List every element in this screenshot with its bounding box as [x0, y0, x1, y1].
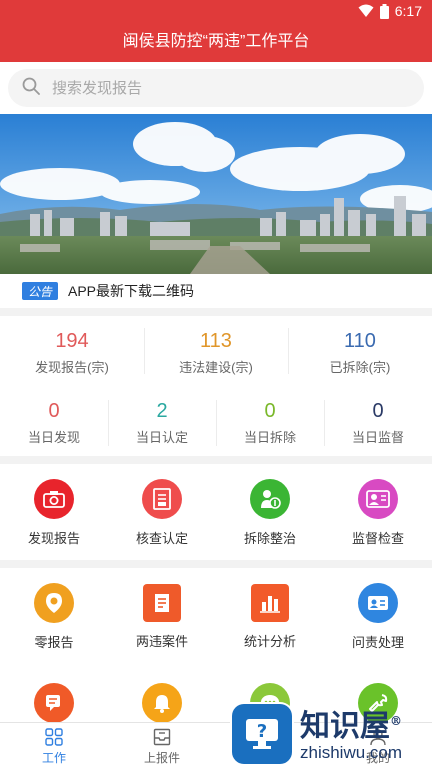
page-title: 闽侯县防控“两违”工作平台	[122, 33, 310, 50]
watermark-text-cn: 知识屋	[300, 709, 390, 744]
status-bar: 6:17	[0, 0, 432, 24]
action-accountability[interactable]: 问责处理	[324, 568, 432, 668]
help-monitor-icon: ?	[232, 704, 292, 764]
inbox-icon	[108, 728, 216, 746]
stat-today-demolished[interactable]: 0 当日拆除	[216, 388, 324, 456]
notice-bar[interactable]: 公告 APP最新下载二维码	[0, 274, 432, 308]
chart-icon	[251, 584, 289, 622]
notice-text[interactable]: APP最新下载二维码	[68, 281, 194, 301]
action-label: 问责处理	[351, 635, 404, 650]
action-cases[interactable]: 两违案件	[108, 568, 216, 668]
stat-today-supervised[interactable]: 0 当日监督	[324, 388, 432, 456]
search-box[interactable]	[8, 69, 424, 107]
grid-icon	[0, 728, 108, 746]
stat-demolished[interactable]: 110 已拆除(宗)	[288, 316, 432, 388]
city-banner-image[interactable]	[0, 114, 432, 274]
action-label: 发现报告	[27, 531, 80, 546]
message-icon	[34, 683, 74, 723]
wifi-icon	[358, 4, 374, 18]
stat-value: 194	[55, 330, 89, 352]
stat-value: 110	[344, 330, 376, 352]
action-label: 拆除整治	[243, 531, 296, 546]
stat-illegal-construction[interactable]: 113 违法建设(宗)	[144, 316, 288, 388]
action-found-report[interactable]: 发现报告	[0, 464, 108, 560]
tab-label: 工作	[41, 751, 66, 765]
search-input[interactable]	[52, 79, 382, 97]
action-supervise[interactable]: 监督检查	[324, 464, 432, 560]
action-demolish[interactable]: 拆除整治	[216, 464, 324, 560]
app-title-bar: 闽侯县防控“两违”工作平台	[0, 24, 432, 62]
stat-value: 0	[48, 400, 60, 422]
notice-tag: 公告	[22, 282, 58, 300]
action-label: 两违案件	[135, 634, 188, 649]
svg-text:?: ?	[257, 721, 267, 742]
stat-value: 0	[372, 400, 384, 422]
accountability-icon	[358, 583, 398, 623]
watermark-text-en: zhishiwu.com	[300, 743, 403, 762]
action-label: 统计分析	[243, 634, 296, 649]
search-section	[0, 62, 432, 114]
stat-label: 违法建设(宗)	[179, 360, 253, 375]
zero-report-icon	[34, 583, 74, 623]
watermark-logo: ? 知识屋® zhishiwu.com	[232, 700, 432, 768]
stat-today-confirmed[interactable]: 2 当日认定	[108, 388, 216, 456]
main-actions-grid: 发现报告 核查认定 拆除整治 监督检查	[0, 464, 432, 560]
tab-label: 上报件	[143, 751, 180, 765]
tab-reports[interactable]: 上报件	[108, 723, 216, 768]
stat-label: 已拆除(宗)	[329, 360, 391, 375]
action-label: 核查认定	[135, 531, 188, 546]
case-icon	[143, 584, 181, 622]
action-zero-report[interactable]: 零报告	[0, 568, 108, 668]
registered-mark: ®	[390, 714, 402, 728]
stat-value: 2	[156, 400, 168, 422]
clock-time: 6:17	[394, 3, 422, 19]
stat-today-found[interactable]: 0 当日发现	[0, 388, 108, 456]
bell-icon	[142, 683, 182, 723]
stat-value: 0	[264, 400, 276, 422]
inspect-icon	[358, 479, 398, 519]
stat-label: 当日监督	[351, 430, 404, 445]
tab-work[interactable]: 工作	[0, 723, 108, 768]
stat-value: 113	[200, 330, 232, 352]
demolish-icon	[250, 479, 290, 519]
action-verify[interactable]: 核查认定	[108, 464, 216, 560]
statistics-panel: 194 发现报告(宗) 113 违法建设(宗) 110 已拆除(宗) 0 当日发…	[0, 316, 432, 456]
camera-icon	[34, 479, 74, 519]
action-label: 监督检查	[351, 531, 404, 546]
stat-label: 发现报告(宗)	[35, 360, 109, 375]
action-label: 零报告	[34, 635, 74, 650]
document-icon	[142, 479, 182, 519]
stat-label: 当日拆除	[243, 430, 296, 445]
search-icon	[22, 77, 40, 100]
battery-icon	[379, 3, 389, 19]
stat-label: 当日认定	[135, 430, 188, 445]
action-statistics[interactable]: 统计分析	[216, 568, 324, 668]
stat-label: 当日发现	[27, 430, 80, 445]
stat-found-reports[interactable]: 194 发现报告(宗)	[0, 316, 144, 388]
